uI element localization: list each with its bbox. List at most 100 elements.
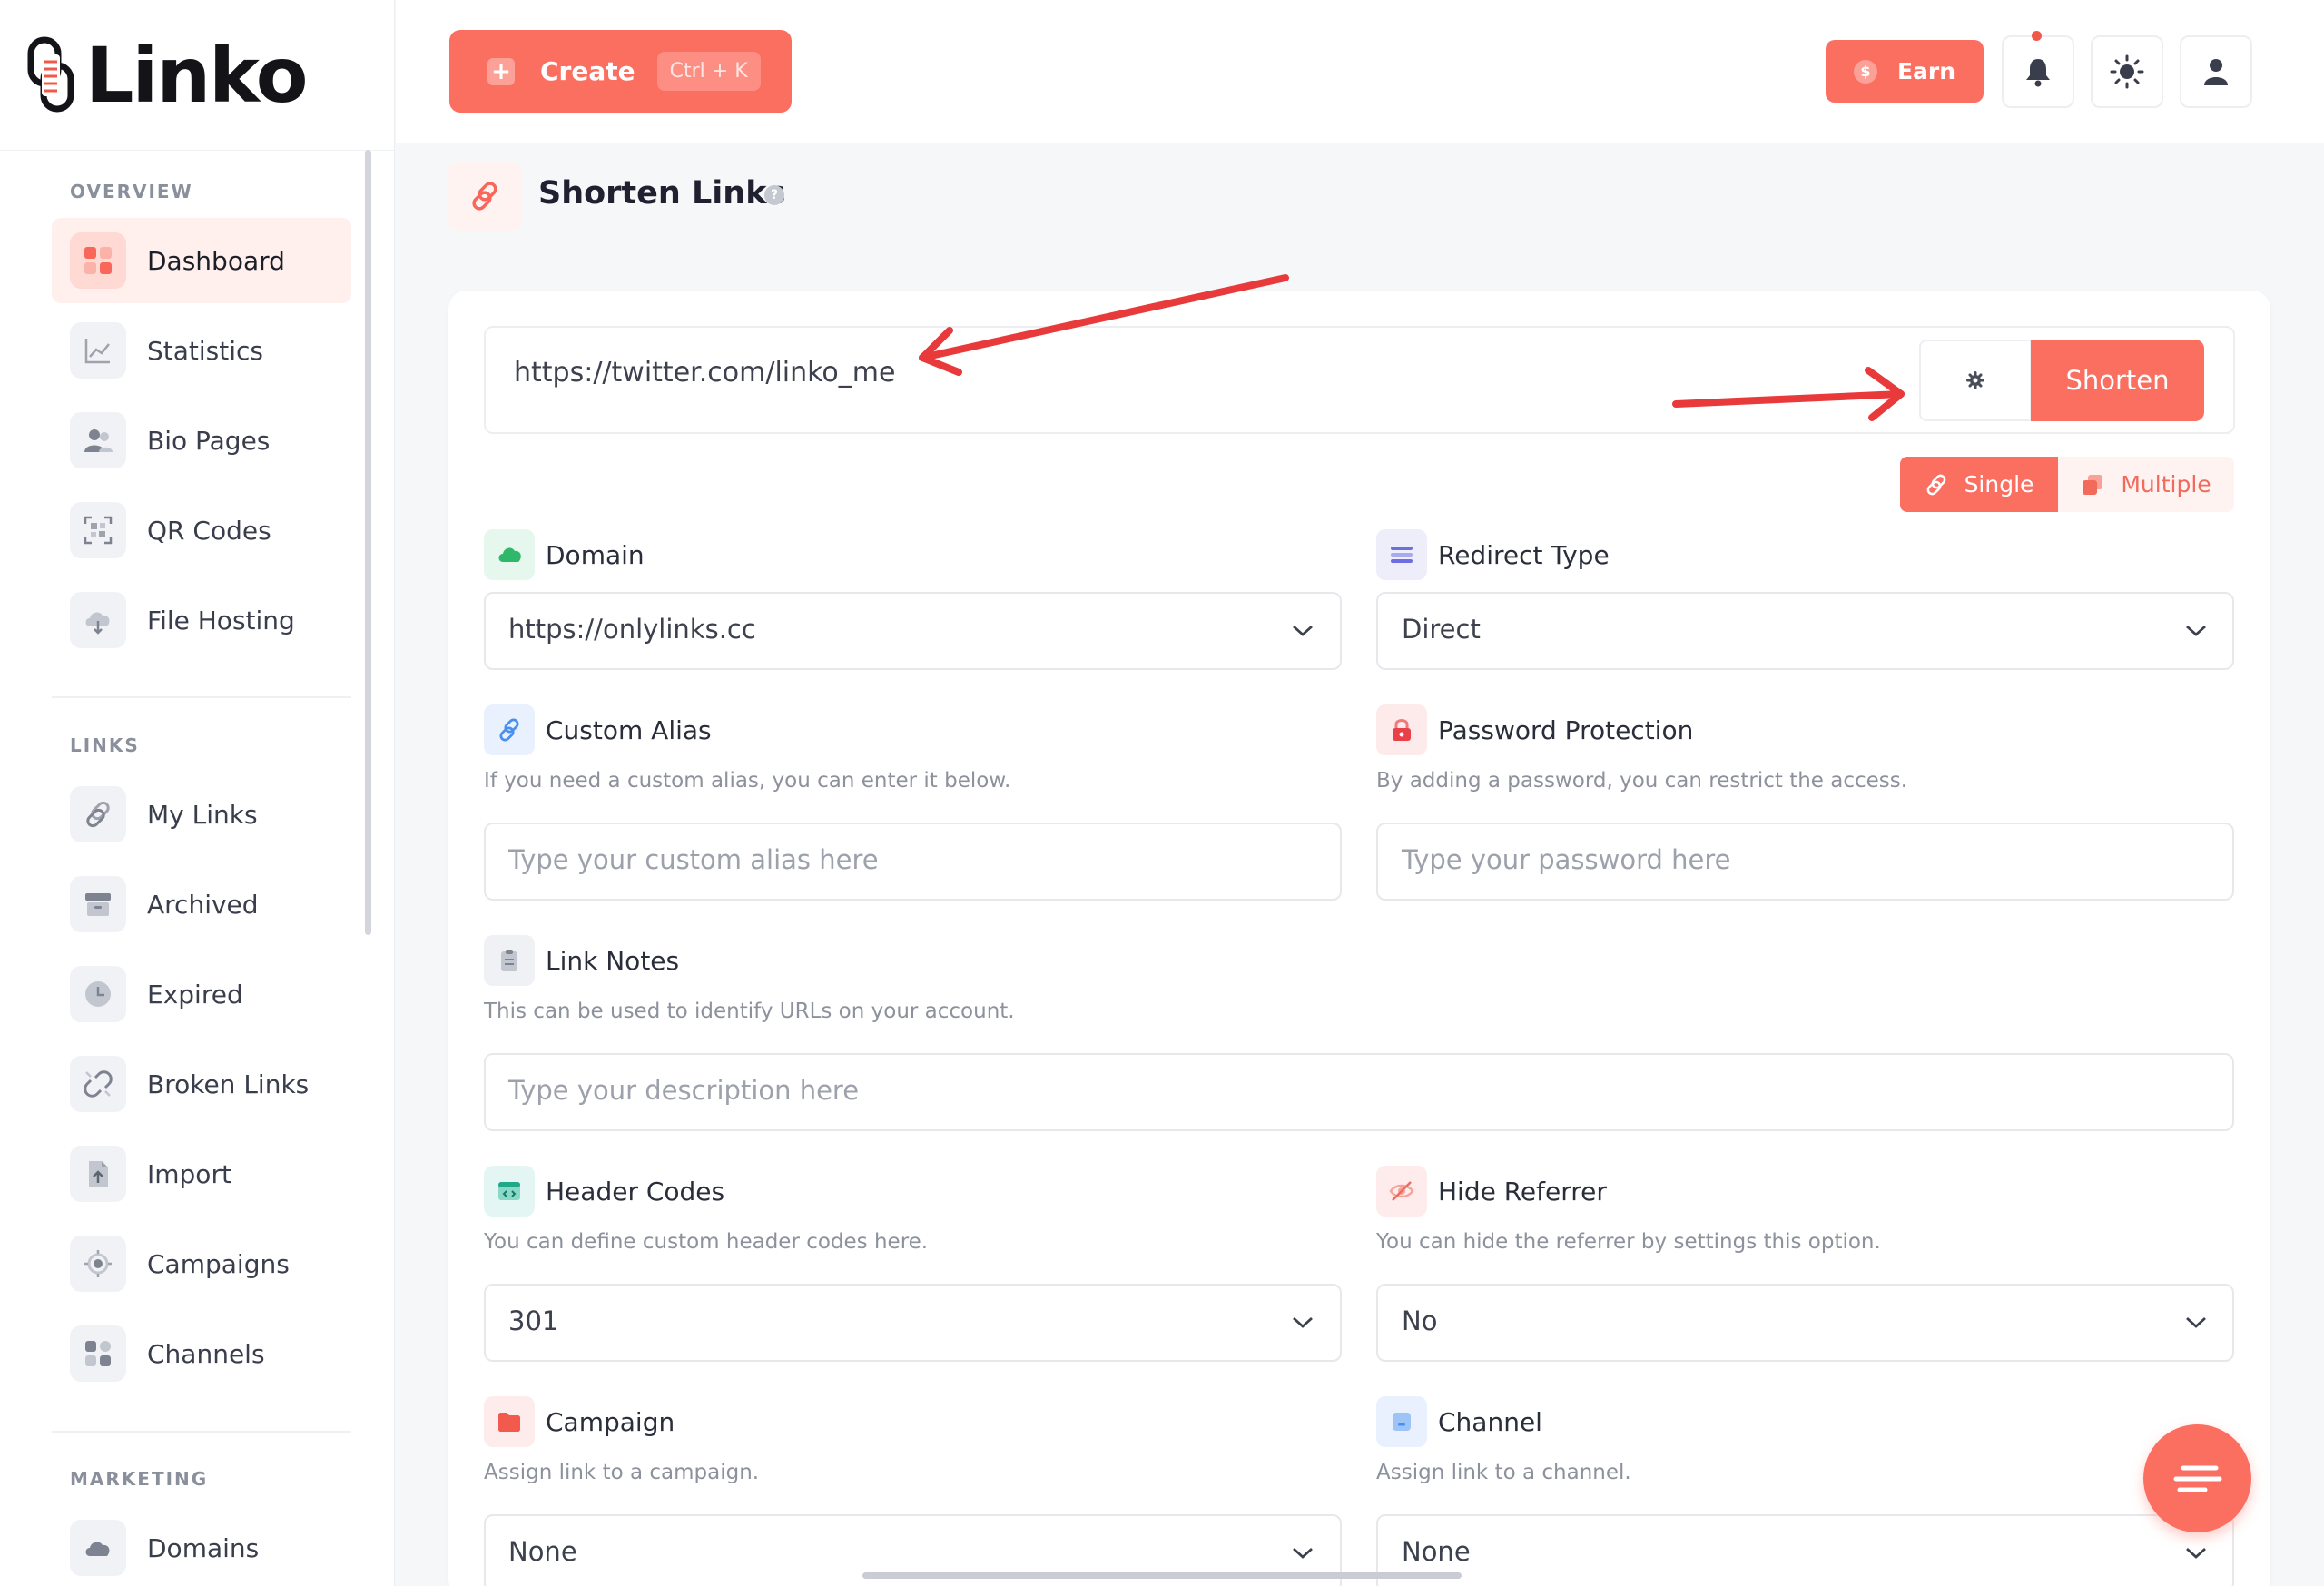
sidebar-item-statistics[interactable]: Statistics: [52, 308, 351, 393]
theme-toggle-button[interactable]: [2091, 35, 2163, 108]
user-menu-button[interactable]: [2180, 35, 2252, 108]
hide-referrer-select[interactable]: [1376, 1284, 2234, 1362]
sidebar-item-label: Dashboard: [147, 245, 285, 276]
chevron-down-icon: [1293, 625, 1313, 636]
cloud-icon: [70, 1520, 126, 1576]
sidebar-item-dashboard[interactable]: Dashboard: [52, 218, 351, 303]
sidebar: Linko OVERVIEW Dashboard Statistics Bio …: [0, 0, 395, 1586]
dollar-icon: $: [1853, 59, 1877, 84]
sidebar-item-label: My Links: [147, 799, 258, 830]
apps-icon: [70, 1325, 126, 1382]
redirect-type-select[interactable]: [1376, 592, 2234, 670]
earn-label: Earn: [1896, 58, 1956, 84]
divider: [52, 696, 351, 698]
help-icon[interactable]: ?: [764, 185, 784, 205]
page-title: Shorten Links: [538, 175, 786, 212]
copy-icon: [2083, 474, 2103, 495]
clock-icon: [70, 966, 126, 1022]
qr-icon: [70, 502, 126, 558]
header-codes-field-label: Header Codes: [484, 1166, 724, 1217]
url-input-value: https://twitter.com/linko_me: [514, 357, 896, 389]
users-icon: [70, 412, 126, 468]
chevron-down-icon: [2186, 625, 2206, 636]
menu-fab-button[interactable]: [2143, 1424, 2251, 1532]
sidebar-scrollbar[interactable]: [365, 150, 371, 935]
list-icon: [1376, 529, 1427, 580]
channel-select[interactable]: [1376, 1514, 2234, 1586]
bell-icon: [2026, 59, 2050, 87]
channel-help: Assign link to a channel.: [1376, 1461, 1631, 1484]
divider: [52, 1431, 351, 1433]
sidebar-item-domains[interactable]: Domains: [52, 1505, 351, 1586]
hide-referrer-field-label: Hide Referrer: [1376, 1166, 1607, 1217]
sidebar-item-my-links[interactable]: My Links: [52, 772, 351, 857]
sidebar-item-qr-codes[interactable]: QR Codes: [52, 488, 351, 573]
sidebar-item-campaigns[interactable]: Campaigns: [52, 1221, 351, 1306]
create-label: Create: [540, 56, 635, 86]
lock-icon: [1376, 704, 1427, 755]
app-name: Linko: [85, 31, 308, 120]
keyboard-shortcut: Ctrl + K: [656, 52, 761, 91]
notifications-button[interactable]: [2002, 35, 2074, 108]
chevron-down-icon: [2186, 1547, 2206, 1559]
channel-value: None: [1402, 1536, 1471, 1567]
password-field-label: Password Protection: [1376, 704, 1693, 755]
sidebar-item-label: Archived: [147, 889, 259, 920]
section-label-marketing: MARKETING: [70, 1468, 209, 1490]
link-notes-field-label: Link Notes: [484, 935, 679, 986]
section-label-overview: OVERVIEW: [70, 181, 193, 202]
menu-lines-icon: [2173, 1465, 2221, 1492]
folder-icon: [484, 1396, 535, 1447]
code-icon: [484, 1166, 535, 1217]
campaign-value: None: [508, 1536, 577, 1567]
sidebar-item-broken-links[interactable]: Broken Links: [52, 1041, 351, 1127]
sidebar-item-bio-pages[interactable]: Bio Pages: [52, 398, 351, 483]
earn-button[interactable]: $ Earn: [1826, 40, 1984, 103]
sidebar-item-file-hosting[interactable]: File Hosting: [52, 577, 351, 663]
sidebar-item-label: QR Codes: [147, 515, 271, 546]
link-icon: [1926, 474, 1945, 495]
sidebar-item-archived[interactable]: Archived: [52, 862, 351, 947]
mode-multiple-label: Multiple: [2121, 471, 2211, 497]
redirect-type-value: Direct: [1402, 614, 1481, 645]
section-label-links: LINKS: [70, 734, 140, 756]
mode-single-label: Single: [1964, 471, 2034, 497]
password-placeholder: Type your password here: [1402, 844, 1731, 875]
hide-referrer-help: You can hide the referrer by settings th…: [1376, 1230, 1881, 1254]
sidebar-item-label: Campaigns: [147, 1248, 290, 1279]
cloud-icon: [484, 529, 535, 580]
shorten-button[interactable]: Shorten: [2031, 340, 2204, 421]
sidebar-item-label: Statistics: [147, 335, 263, 366]
mode-multiple-tab[interactable]: Multiple: [2058, 457, 2234, 512]
campaign-help: Assign link to a campaign.: [484, 1461, 760, 1484]
redirect-type-field-label: Redirect Type: [1376, 529, 1610, 580]
link-notes-placeholder: Type your description here: [508, 1075, 860, 1106]
broken-link-icon: [70, 1056, 126, 1112]
mode-single-tab[interactable]: Single: [1900, 457, 2058, 512]
link-notes-help: This can be used to identify URLs on you…: [484, 1000, 1015, 1023]
horizontal-scrollbar[interactable]: [862, 1572, 1462, 1579]
sidebar-item-label: Import: [147, 1158, 231, 1189]
notification-dot: [2032, 31, 2042, 41]
brand-logo[interactable]: Linko: [27, 31, 308, 120]
file-import-icon: [70, 1146, 126, 1202]
chevron-down-icon: [2186, 1316, 2206, 1328]
sidebar-item-label: Broken Links: [147, 1069, 310, 1099]
create-button[interactable]: + Create Ctrl + K: [449, 30, 792, 113]
header-codes-value: 301: [508, 1305, 559, 1336]
sidebar-item-import[interactable]: Import: [52, 1131, 351, 1217]
custom-alias-field-label: Custom Alias: [484, 704, 712, 755]
advanced-settings-button[interactable]: [1919, 340, 2032, 421]
plus-icon: +: [487, 57, 515, 85]
sidebar-item-label: Domains: [147, 1532, 260, 1563]
link-icon: [70, 786, 126, 842]
header-codes-help: You can define custom header codes here.: [484, 1230, 929, 1254]
custom-alias-placeholder: Type your custom alias here: [508, 844, 879, 875]
divider: [0, 150, 395, 151]
header-codes-select[interactable]: [484, 1284, 1342, 1362]
password-help: By adding a password, you can restrict t…: [1376, 769, 1908, 793]
sidebar-item-channels[interactable]: Channels: [52, 1311, 351, 1396]
eye-off-icon: [1376, 1166, 1427, 1217]
sidebar-item-expired[interactable]: Expired: [52, 951, 351, 1037]
campaign-field-label: Campaign: [484, 1396, 675, 1447]
